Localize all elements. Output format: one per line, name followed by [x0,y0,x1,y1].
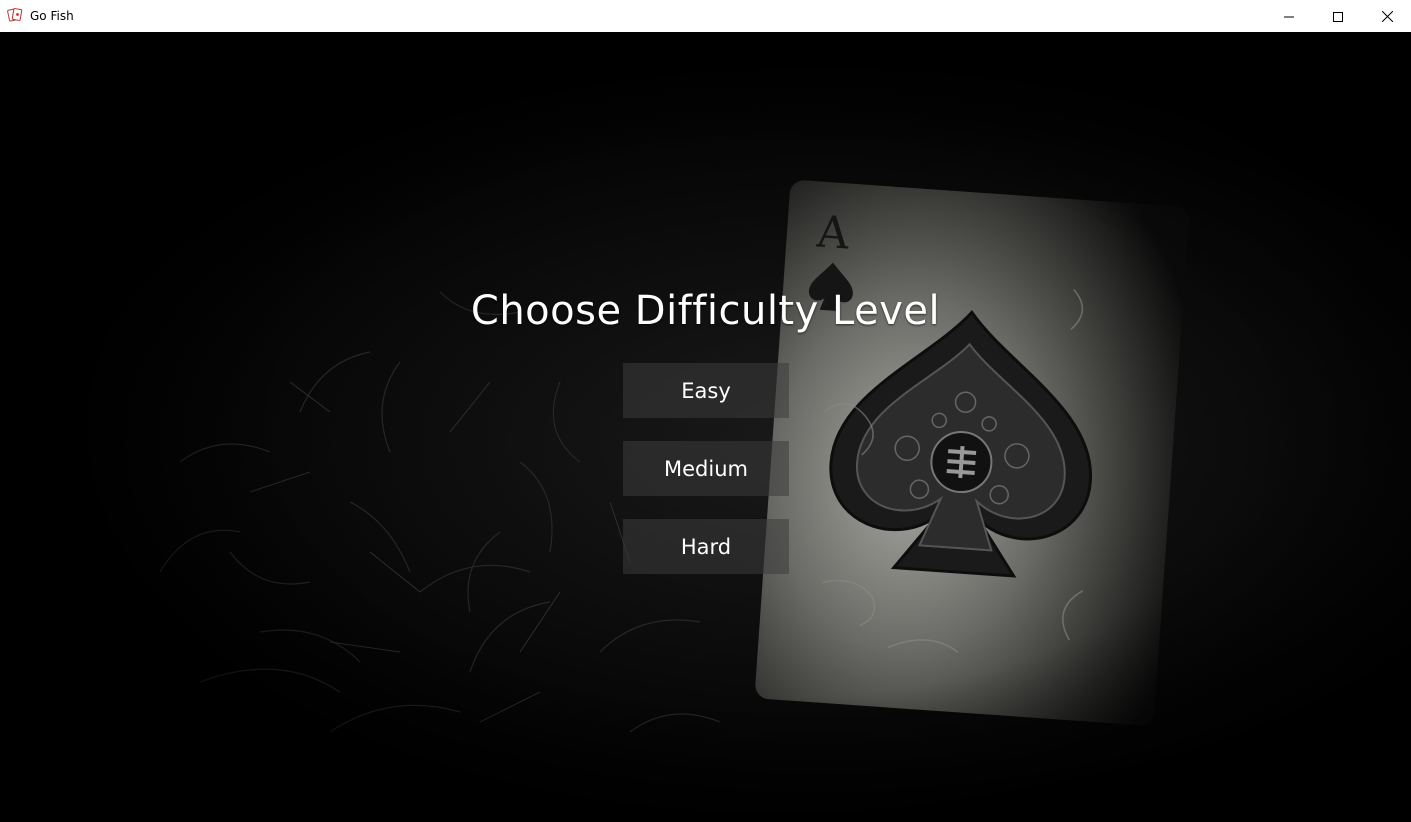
hard-button-label: Hard [680,534,732,559]
close-icon [1381,7,1393,26]
minimize-button[interactable] [1266,0,1312,32]
minimize-icon [1284,7,1294,26]
choose-difficulty-heading: Choose Difficulty Level [470,288,941,334]
easy-button-label: Easy [681,378,731,403]
easy-button[interactable]: Easy [623,363,789,418]
maximize-button[interactable] [1315,0,1361,32]
difficulty-menu-scene: A [0,32,1411,822]
hard-button[interactable]: Hard [623,519,789,574]
playing-cards-icon [7,7,23,23]
close-button[interactable] [1364,0,1410,32]
title-bar[interactable]: Go Fish [0,0,1411,32]
ace-of-spades-background: A [0,32,1411,822]
medium-button-label: Medium [664,456,748,481]
maximize-icon [1333,7,1343,26]
medium-button[interactable]: Medium [623,441,789,496]
window-title: Go Fish [30,9,74,23]
go-fish-window: Go Fish Choose Difficulty Level Easy Med… [0,0,1411,822]
